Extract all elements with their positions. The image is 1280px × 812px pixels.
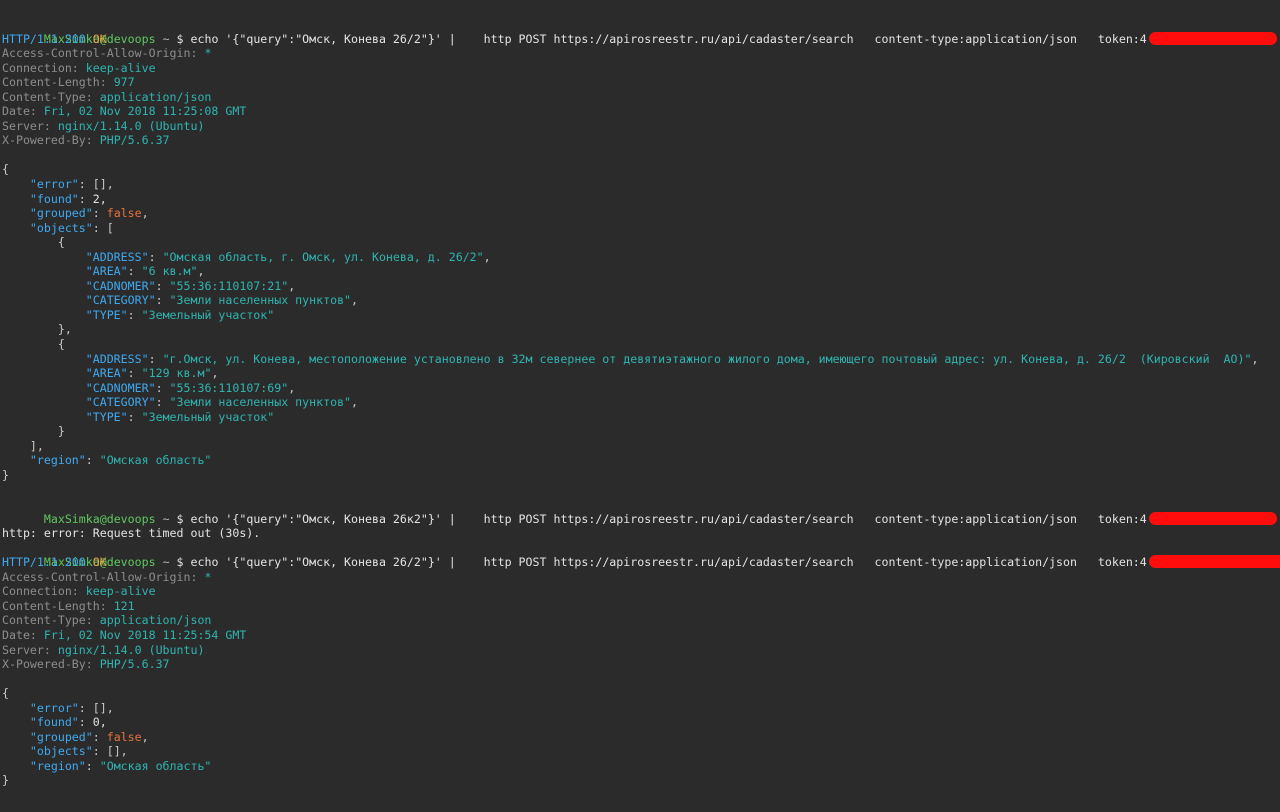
json-line: "CATEGORY": "Земли населенных пунктов",	[85, 395, 359, 410]
json-line: {	[2, 686, 9, 701]
command-text: echo '{"query":"Омск, Конева 26к2"}' | h…	[190, 511, 1140, 526]
json-line: }	[2, 773, 9, 788]
command-text: echo '{"query":"Омск, Конева 26/2"}' | h…	[190, 31, 1140, 46]
json-line: "region": "Омская область"	[29, 453, 212, 468]
http-header: Server: nginx/1.14.0 (Ubuntu)	[2, 642, 205, 657]
json-line: },	[57, 322, 72, 337]
json-line: "error": [],	[29, 177, 114, 192]
json-line: "objects": [],	[29, 744, 128, 759]
error-text: http: error: Request timed out (30s).	[2, 526, 261, 541]
json-line: "ADDRESS": "Омская область, г. Омск, ул.…	[85, 249, 491, 264]
prompt-line: MaxSimka@devoops ~ $ echo '{"query":"Омс…	[2, 17, 1280, 46]
prompt-symbol: $	[176, 511, 184, 526]
http-header: Date: Fri, 02 Nov 2018 11:25:54 GMT	[2, 627, 247, 642]
json-line: "AREA": "129 кв.м",	[85, 366, 219, 381]
command-text: echo '{"query":"Омск, Конева 26/2"}' | h…	[190, 555, 1140, 570]
json-line: }	[2, 467, 9, 482]
prompt-dir: ~	[162, 555, 170, 570]
http-header: Content-Length: 121	[2, 598, 135, 613]
http-status-text: OK	[92, 31, 107, 46]
json-line: "TYPE": "Земельный участок"	[85, 307, 275, 322]
json-line: {	[57, 337, 65, 352]
json-line: "region": "Омская область"	[29, 758, 212, 773]
json-line: "grouped": false,	[29, 206, 149, 221]
http-header: Connection: keep-alive	[2, 60, 156, 75]
http-header: Access-Control-Allow-Origin: *	[2, 569, 212, 584]
http-header: Content-Type: application/json	[2, 613, 212, 628]
json-line: "found": 0,	[29, 715, 107, 730]
json-line: "CATEGORY": "Земли населенных пунктов",	[85, 293, 359, 308]
http-header: Server: nginx/1.14.0 (Ubuntu)	[2, 118, 205, 133]
active-prompt-line[interactable]: MaxSimka@devoops ~ $	[2, 803, 1280, 812]
http-header: Content-Type: application/json	[2, 89, 212, 104]
terminal-output: MaxSimka@devoops ~ $ echo '{"query":"Омс…	[2, 17, 1280, 812]
prompt-user: MaxSimka@devoops	[43, 511, 156, 526]
json-line: "AREA": "6 кв.м",	[85, 264, 205, 279]
http-status-proto: HTTP/1.1 200	[2, 555, 86, 570]
prompt-symbol: $	[176, 555, 184, 570]
prompt-symbol: $	[176, 31, 184, 46]
json-line: "CADNOMER": "55:36:110107:21",	[85, 278, 296, 293]
token-visible: 4	[1139, 31, 1147, 46]
json-line: {	[57, 235, 65, 250]
token-redaction-scribble	[1148, 555, 1280, 569]
error-line: http: error: Request timed out (30s).	[2, 526, 1280, 541]
json-line: "error": [],	[29, 700, 114, 715]
token-redaction-scribble	[1148, 511, 1277, 525]
json-line: ],	[29, 438, 44, 453]
token-visible: 4	[1139, 511, 1147, 526]
terminal-window[interactable]: MaxSimka@devoops ~ $ echo '{"query":"Омс…	[0, 0, 1280, 812]
http-header: X-Powered-By: PHP/5.6.37	[2, 133, 170, 148]
json-line: "CADNOMER": "55:36:110107:69",	[85, 380, 296, 395]
json-line: }	[57, 424, 65, 439]
json-line: "grouped": false,	[29, 729, 149, 744]
http-status-text: OK	[92, 555, 107, 570]
json-line: "ADDRESS": "г.Омск, ул. Конева, местопол…	[85, 351, 1259, 366]
prompt-dir: ~	[162, 31, 170, 46]
prompt-dir: ~	[162, 511, 170, 526]
http-status-proto: HTTP/1.1 200	[2, 31, 86, 46]
http-header: Connection: keep-alive	[2, 584, 156, 599]
token-visible: 4	[1139, 555, 1147, 570]
prompt-line: MaxSimka@devoops ~ $ echo '{"query":"Омс…	[2, 541, 1280, 569]
http-header: Content-Length: 977	[2, 75, 135, 90]
http-header: Date: Fri, 02 Nov 2018 11:25:08 GMT	[2, 104, 247, 119]
token-redaction-scribble	[1148, 31, 1277, 45]
json-line: "TYPE": "Земельный участок"	[85, 409, 275, 424]
http-header: Access-Control-Allow-Origin: *	[2, 46, 212, 61]
json-line: "objects": [	[29, 220, 114, 235]
http-header: X-Powered-By: PHP/5.6.37	[2, 657, 170, 672]
json-line: "found": 2,	[29, 191, 107, 206]
json-line: {	[2, 162, 9, 177]
prompt-line: MaxSimka@devoops ~ $ echo '{"query":"Омс…	[2, 497, 1280, 526]
